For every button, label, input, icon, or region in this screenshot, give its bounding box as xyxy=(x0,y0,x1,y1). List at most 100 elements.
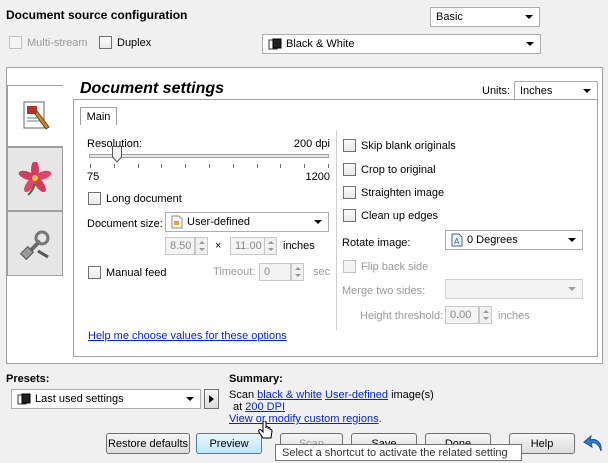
shortcut-tooltip: Select a shortcut to activate the relate… xyxy=(275,444,522,461)
summary-line-1: Scan black & white User-defined image(s) xyxy=(229,389,434,401)
height-input[interactable]: 11.00 xyxy=(230,237,265,255)
chevron-down-icon xyxy=(186,397,194,401)
presets-label: Presets: xyxy=(6,373,50,385)
clean-edges-checkbox[interactable]: Clean up edges xyxy=(343,209,438,222)
resolution-slider-track[interactable] xyxy=(89,154,329,158)
checkbox-box xyxy=(343,163,356,176)
times-sign: × xyxy=(215,240,222,252)
height-threshold-spinner[interactable] xyxy=(479,306,492,324)
checkbox-box xyxy=(99,36,112,49)
rotate-page-icon: A xyxy=(451,233,463,247)
height-threshold-input[interactable]: 0.00 xyxy=(445,306,479,324)
checkbox-box xyxy=(88,192,101,205)
tab-device-settings[interactable] xyxy=(7,211,63,276)
units-label: Units: xyxy=(482,85,511,97)
bw-document-icon xyxy=(17,393,31,405)
skip-blank-label: Skip blank originals xyxy=(361,139,456,152)
hand-cursor-icon xyxy=(258,420,274,444)
checkbox-box xyxy=(343,209,356,222)
flip-back-checkbox[interactable]: Flip back side xyxy=(343,260,428,273)
width-input[interactable]: 8.50 xyxy=(165,237,195,255)
multistream-label: Multi-stream xyxy=(27,36,88,49)
tab-main[interactable]: Main xyxy=(80,107,117,125)
document-settings-title: Document settings xyxy=(80,80,225,97)
units-combo-value: Inches xyxy=(520,85,553,97)
restore-defaults-button[interactable]: Restore defaults xyxy=(106,433,190,454)
height-threshold-label: Height threshold: xyxy=(360,310,444,322)
chevron-down-icon xyxy=(526,42,534,46)
svg-text:A: A xyxy=(454,237,460,246)
checkbox-box xyxy=(343,260,356,273)
summary-color-link[interactable]: black & white xyxy=(257,389,322,401)
slider-tick xyxy=(280,164,282,168)
summary-line-3: View or modify custom regions. xyxy=(229,413,382,425)
slider-tick xyxy=(304,164,306,168)
skip-blank-checkbox[interactable]: Skip blank originals xyxy=(343,139,456,152)
preview-button[interactable]: Preview xyxy=(196,433,262,454)
slider-tick xyxy=(161,164,163,168)
width-spinner[interactable] xyxy=(195,237,208,255)
checkbox-box xyxy=(88,266,101,279)
height-spinner[interactable] xyxy=(264,237,277,255)
summary-regions-link[interactable]: View or modify custom regions xyxy=(229,413,379,425)
color-combo[interactable]: Black & White xyxy=(262,34,541,54)
presets-value: Last used settings xyxy=(35,393,124,405)
slider-tick xyxy=(113,164,115,168)
color-combo-value: Black & White xyxy=(286,38,355,50)
height-threshold-unit: inches xyxy=(498,310,530,322)
duplex-checkbox[interactable]: Duplex xyxy=(99,36,151,49)
resolution-min: 75 xyxy=(87,171,100,183)
chevron-down-icon xyxy=(568,238,576,242)
document-size-value: User-defined xyxy=(187,216,250,228)
timeout-spinner[interactable] xyxy=(291,263,304,281)
tab-image-settings[interactable] xyxy=(7,147,63,211)
slider-thumb-icon xyxy=(111,146,122,163)
chevron-down-icon xyxy=(314,220,322,224)
chevron-right-icon xyxy=(209,395,214,403)
checkbox-box xyxy=(9,36,22,49)
flip-back-label: Flip back side xyxy=(361,260,429,273)
long-document-checkbox[interactable]: Long document xyxy=(88,192,182,205)
hand-pointer-icon xyxy=(258,420,273,439)
crop-checkbox[interactable]: Crop to original xyxy=(343,163,436,176)
help-choose-link[interactable]: Help me choose values for these options xyxy=(88,330,287,342)
tab-document-settings[interactable] xyxy=(7,85,63,147)
summary-dpi-link[interactable]: 200 DPI xyxy=(245,401,285,413)
chevron-down-icon xyxy=(568,287,576,291)
summary-scan-prefix: Scan xyxy=(229,389,255,401)
slider-tick xyxy=(232,164,234,168)
timeout-unit: sec xyxy=(313,266,331,278)
rotate-value: 0 Degrees xyxy=(467,234,518,246)
clean-edges-label: Clean up edges xyxy=(361,209,439,222)
long-document-label: Long document xyxy=(106,192,182,205)
rotate-combo[interactable]: A 0 Degrees xyxy=(445,230,583,250)
page-title: Document source configuration xyxy=(6,8,188,22)
presets-menu-button[interactable] xyxy=(204,389,219,409)
units-combo[interactable]: Inches xyxy=(514,81,598,101)
back-arrow-icon[interactable] xyxy=(583,432,605,454)
multistream-checkbox[interactable]: Multi-stream xyxy=(9,36,88,49)
tools-icon xyxy=(19,230,50,260)
size-unit: inches xyxy=(283,240,315,252)
slider-tick xyxy=(209,164,210,168)
presets-combo[interactable]: Last used settings xyxy=(11,389,201,409)
manual-feed-checkbox[interactable]: Manual feed xyxy=(88,266,167,279)
summary-size-link[interactable]: User-defined xyxy=(325,389,388,401)
resolution-slider-thumb[interactable] xyxy=(111,146,122,163)
curved-arrow-icon xyxy=(583,434,602,452)
manual-feed-label: Manual feed xyxy=(106,266,167,279)
summary-line-2: at 200 DPI xyxy=(233,401,285,413)
straighten-label: Straighten image xyxy=(361,186,445,199)
crop-label: Crop to original xyxy=(361,163,436,176)
summary-label: Summary: xyxy=(229,373,283,385)
document-settings-icon xyxy=(23,101,50,130)
column-divider xyxy=(336,130,337,330)
document-size-combo[interactable]: User-defined xyxy=(165,212,329,232)
page-icon xyxy=(171,215,183,229)
mode-combo[interactable]: Basic xyxy=(430,7,540,27)
straighten-checkbox[interactable]: Straighten image xyxy=(343,186,444,199)
merge-combo[interactable] xyxy=(445,279,583,299)
timeout-input[interactable]: 0 xyxy=(259,263,291,281)
chevron-down-icon xyxy=(583,89,591,93)
slider-tick xyxy=(137,164,139,168)
